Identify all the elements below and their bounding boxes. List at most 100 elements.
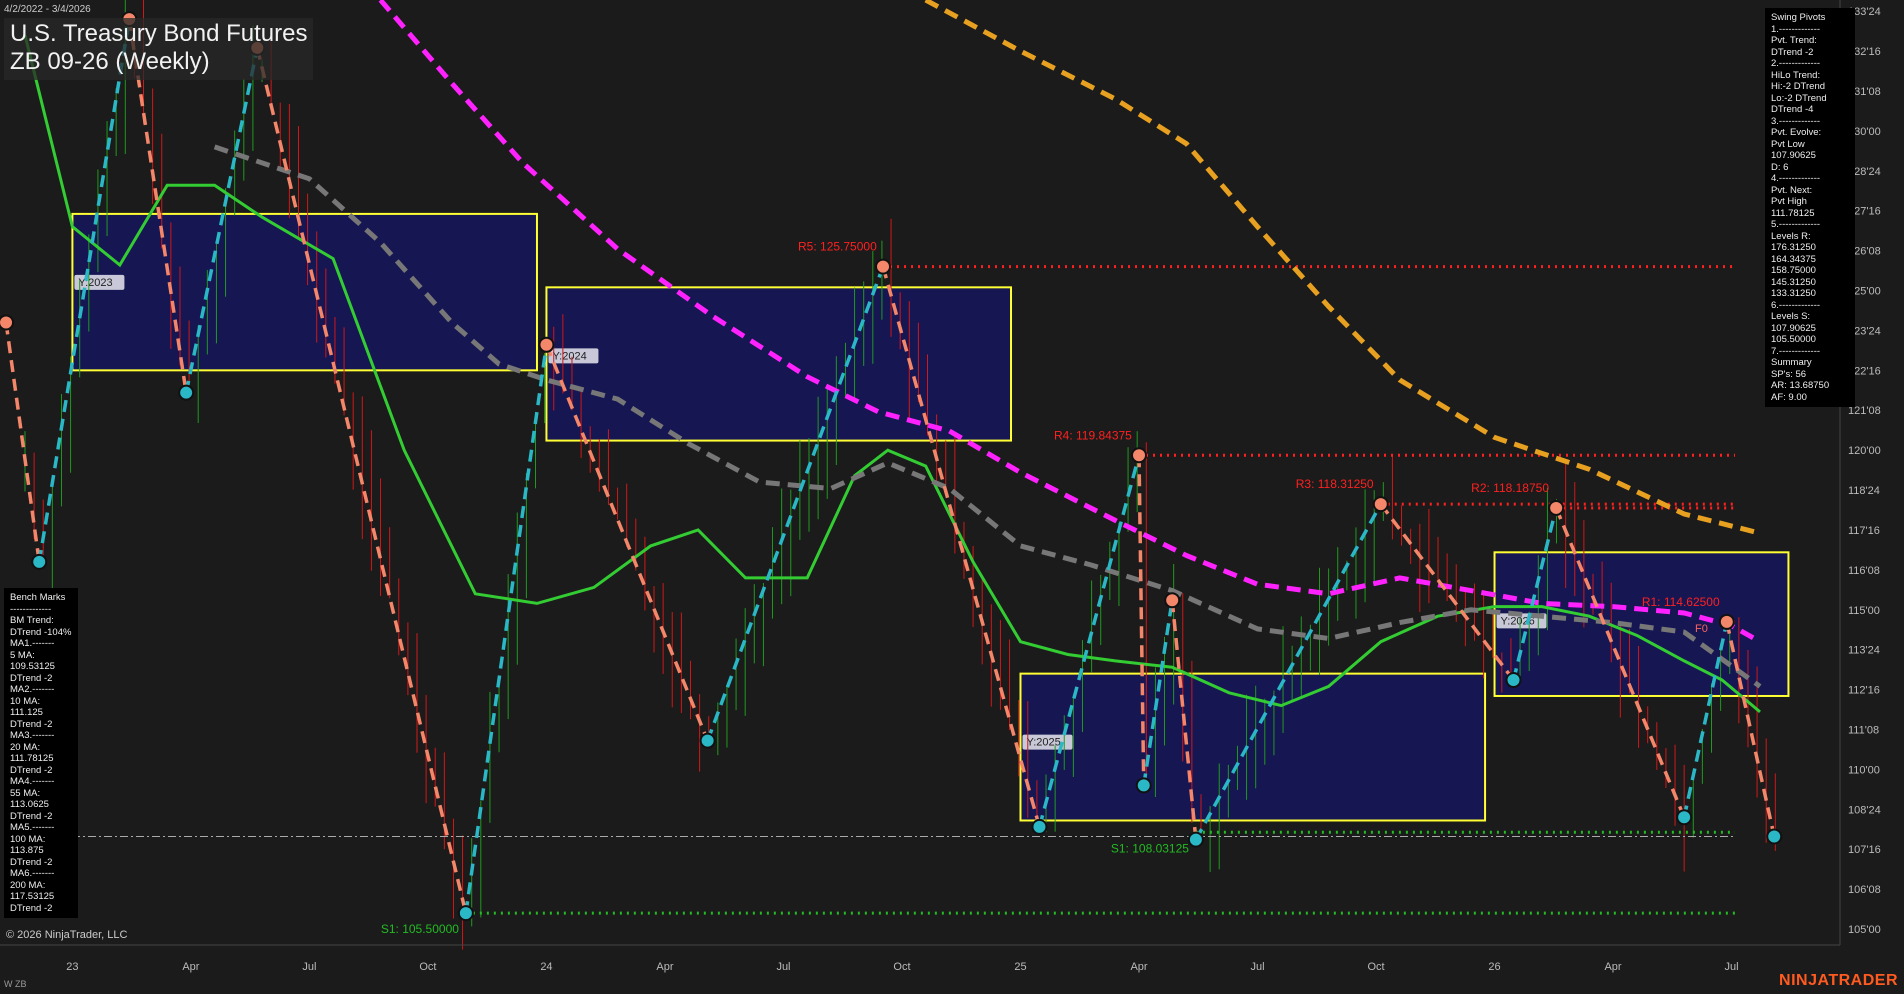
bench-panel-line: 111.78125	[10, 753, 54, 764]
bench-panel-line: 10 MA:	[10, 695, 41, 707]
swing-panel-line: D: 6	[1771, 161, 1789, 173]
level-label: R4: 119.84375	[1054, 428, 1132, 442]
pivot-marker	[875, 258, 892, 275]
pivot-marker	[0, 314, 15, 331]
bench-panel-line: DTrend -2	[10, 810, 53, 822]
bench-panel-line: 117.53125	[10, 891, 55, 902]
x-tick-label: Oct	[1367, 961, 1384, 973]
chart-title: U.S. Treasury Bond Futures	[10, 20, 308, 47]
bench-panel-line: 113.0625	[10, 799, 49, 810]
swing-panel-line: 4.-------------	[1771, 173, 1821, 184]
bench-panel-line: 5 MA:	[10, 649, 35, 661]
swing-panel-line: Pvt High	[1771, 196, 1807, 207]
swing-panel-line: 145.31250	[1771, 276, 1816, 288]
bench-panel-line: Bench Marks	[10, 592, 66, 603]
bench-panel-line: DTrend -2	[10, 764, 53, 776]
pivot-marker	[1187, 831, 1204, 848]
y-tick-label: 118'24	[1848, 485, 1880, 497]
swing-panel-line: 5.-------------	[1771, 219, 1821, 230]
pivot-marker	[457, 905, 474, 922]
bench-panel-line: MA5.-------	[10, 822, 55, 833]
swing-panel-line: 7.-------------	[1771, 345, 1821, 357]
x-tick-label: Jul	[776, 961, 790, 973]
swing-panel-line: 107.90625	[1771, 150, 1816, 161]
instrument-code: W ZB	[4, 979, 27, 989]
swing-panel-line: 111.78125	[1771, 207, 1815, 219]
level-label: S1: 108.03125	[1111, 841, 1189, 855]
bench-panel-line: MA6.-------	[10, 868, 55, 879]
y-tick-label: 113'24	[1848, 645, 1880, 657]
y-tick-label: 121'08	[1848, 405, 1881, 417]
bench-panel-line: 100 MA:	[10, 833, 46, 845]
swing-panel-line: Lo:-2 DTrend	[1771, 92, 1827, 104]
pivot-marker	[538, 336, 555, 353]
swing-panel-line: Pvt. Evolve:	[1771, 127, 1822, 138]
x-tick-label: Jul	[302, 961, 316, 973]
bench-panel-line: DTrend -2	[10, 718, 53, 730]
year-box	[1019, 672, 1487, 822]
x-tick-label: 24	[540, 961, 552, 973]
x-tick-label: Oct	[419, 961, 436, 973]
x-tick-label: Jul	[1250, 961, 1264, 973]
level-label: R2: 118.18750	[1471, 481, 1549, 495]
pivot-marker	[1548, 499, 1565, 516]
swing-panel-line: 107.90625	[1771, 322, 1816, 334]
y-tick-label: 110'00	[1848, 764, 1880, 776]
swing-panel-line: HiLo Trend:	[1771, 69, 1821, 81]
price-chart[interactable]: Y:2023Y:2024Y:2025Y:2026 R5: 125.75000R4…	[0, 0, 1904, 994]
y-tick-label: 105'00	[1848, 924, 1881, 936]
pivot-marker	[1766, 828, 1783, 845]
swing-panel-line: Pvt. Next:	[1771, 184, 1813, 196]
y-tick-label: 115'00	[1848, 605, 1880, 617]
bench-panel-line: MA2.-------	[10, 684, 55, 695]
f0-label: F0	[1695, 623, 1708, 635]
bench-panel-line: 111.125	[10, 707, 43, 718]
pivot-marker	[699, 732, 716, 749]
x-tick-label: 23	[66, 961, 78, 973]
swing-panel-line: Swing Pivots	[1771, 12, 1826, 23]
chart-title-box: U.S. Treasury Bond Futures ZB 09-26 (Wee…	[4, 18, 314, 80]
pivot-marker	[1718, 613, 1735, 630]
swing-panel-line: Summary	[1771, 357, 1812, 368]
bench-panel-line: DTrend -104%	[10, 626, 72, 638]
brand-logo: NINJATRADER	[1779, 972, 1898, 989]
chart-subtitle: ZB 09-26 (Weekly)	[10, 48, 210, 75]
x-tick-label: Apr	[1130, 961, 1147, 973]
level-label: R3: 118.31250	[1296, 477, 1374, 491]
year-label: Y:2023	[78, 277, 112, 289]
swing-panel-line: 2.-------------	[1771, 58, 1821, 69]
swing-panel-line: 158.75000	[1771, 265, 1816, 276]
x-tick-label: Apr	[1604, 961, 1621, 973]
bench-panel-line: DTrend -2	[10, 672, 53, 684]
y-tick-label: 107'16	[1848, 844, 1881, 856]
bench-panel-line: BM Trend:	[10, 615, 54, 626]
swing-panel-line: SP's: 56	[1771, 368, 1807, 380]
y-tick-label: 120'00	[1848, 445, 1881, 457]
bench-panel-line: MA3.-------	[10, 730, 55, 741]
bench-panel-line: 113.875	[10, 845, 44, 856]
swing-pivots-panel: Swing Pivots 1.------------- Pvt. Trend: DT…	[1765, 8, 1855, 407]
swing-panel-line: Hi:-2 DTrend	[1771, 81, 1826, 92]
level-label: R5: 125.75000	[798, 240, 877, 254]
swing-panel-line: 164.34375	[1771, 253, 1816, 265]
chart-background	[0, 0, 1904, 994]
y-tick-label: 116'08	[1848, 565, 1880, 577]
copyright: © 2026 NinjaTrader, LLC	[6, 929, 128, 941]
swing-panel-line: AR: 13.68750	[1771, 380, 1830, 391]
swing-panel-line: 6.-------------	[1771, 299, 1821, 311]
pivot-marker	[1372, 496, 1389, 513]
swing-panel-line: 105.50000	[1771, 334, 1816, 345]
year-label: Y:2024	[552, 350, 586, 362]
bench-marks-panel: Bench Marks ------------- BM Trend: DTrend …	[4, 588, 78, 918]
bench-panel-line: 200 MA:	[10, 879, 46, 891]
bench-panel-line: 20 MA:	[10, 741, 41, 753]
y-tick-label: 111'08	[1848, 725, 1879, 737]
pivot-marker	[1135, 777, 1152, 794]
y-tick-label: 108'24	[1848, 804, 1881, 816]
y-tick-label: 117'16	[1848, 525, 1880, 537]
pivot-marker	[31, 553, 48, 570]
x-tick-label: Oct	[893, 961, 910, 973]
bench-panel-line: 55 MA:	[10, 787, 41, 799]
pivot-marker	[1031, 818, 1048, 835]
swing-panel-line: 1.-------------	[1771, 23, 1821, 35]
